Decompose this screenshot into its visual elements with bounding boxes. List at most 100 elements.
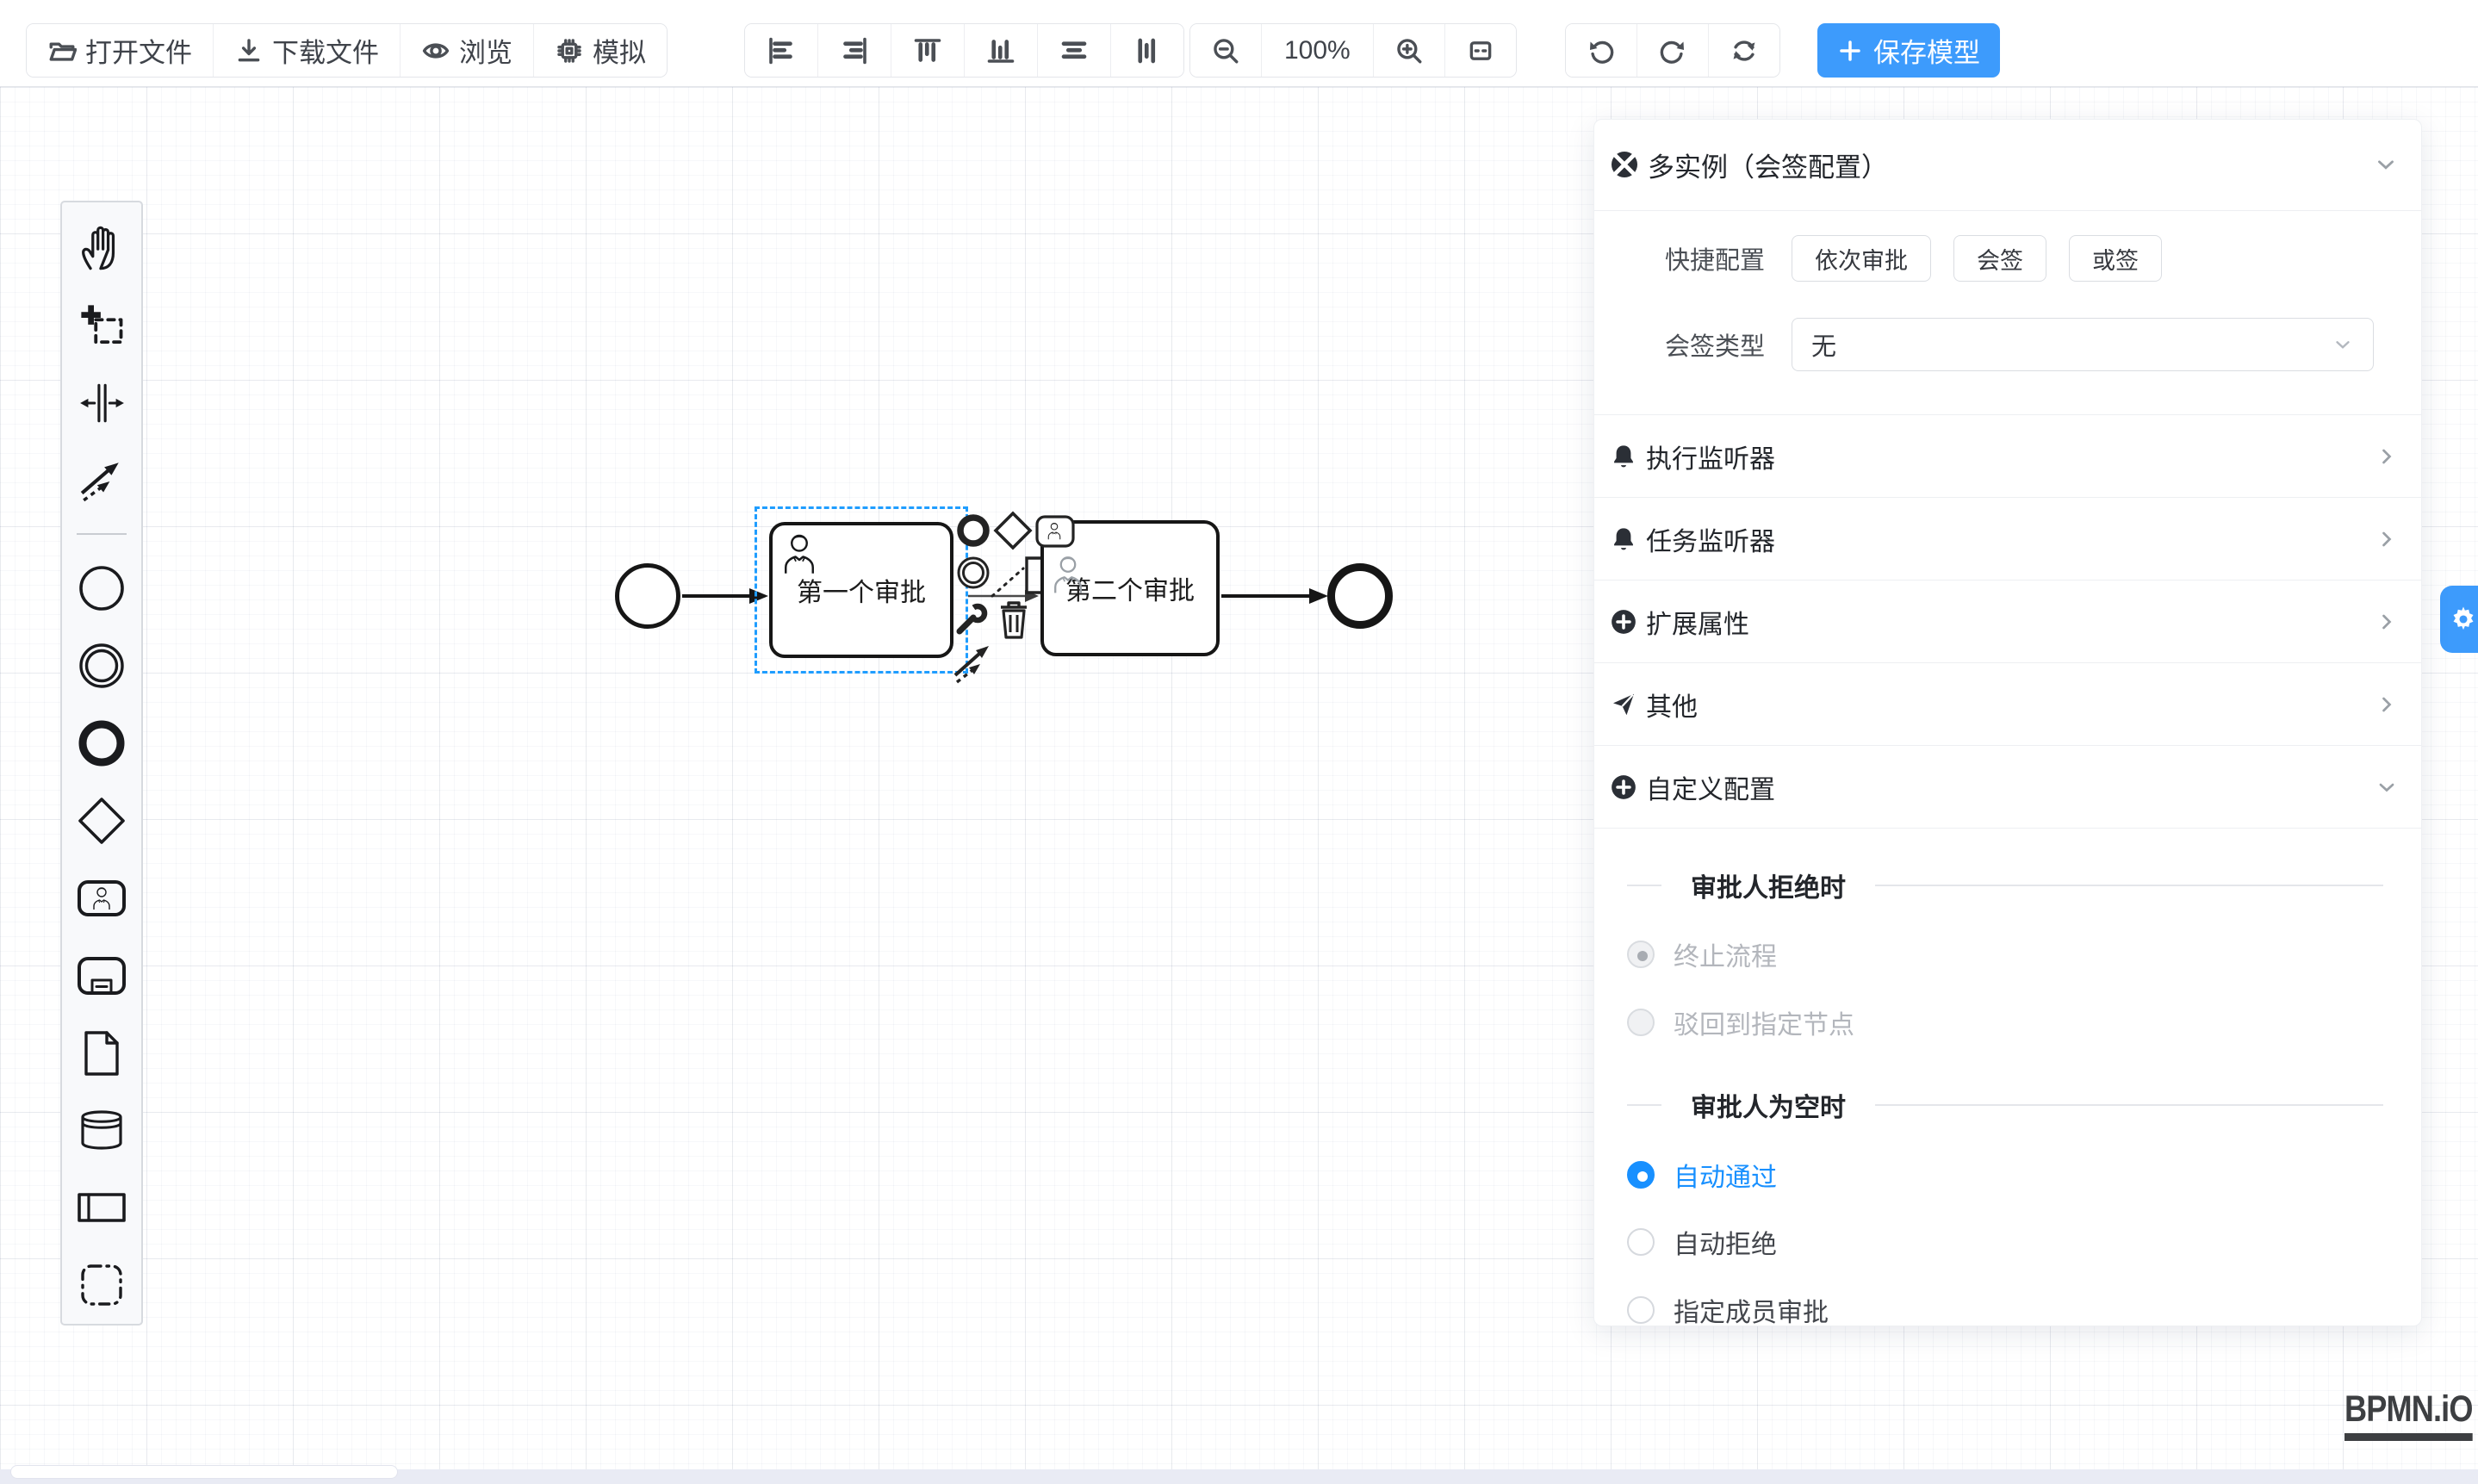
group-title-text: 审批人为空时 <box>1691 1086 1846 1124</box>
create-gateway[interactable] <box>63 782 140 860</box>
align-center-horizontal-button[interactable] <box>1038 24 1111 77</box>
radio-label: 驳回到指定节点 <box>1674 1003 1854 1041</box>
task-label: 第一个审批 <box>797 571 926 609</box>
create-data-object[interactable] <box>63 1015 140 1092</box>
plus-circle-icon <box>1610 608 1637 636</box>
reset-refresh-icon <box>1730 36 1759 65</box>
panel-divider <box>1594 210 2421 211</box>
folder-open-icon <box>47 36 77 65</box>
end-event-icon <box>78 719 126 767</box>
create-user-task[interactable] <box>63 860 140 937</box>
save-model-label: 保存模型 <box>1873 31 1980 70</box>
zoom-button-group: 100% <box>1189 23 1517 78</box>
section-label: 任务监听器 <box>1646 520 2375 558</box>
create-intermediate-event[interactable] <box>63 627 140 705</box>
undo-button[interactable] <box>1566 24 1637 77</box>
sign-type-value: 无 <box>1811 326 2332 363</box>
logo-text: BPMN.iO <box>2344 1388 2473 1441</box>
section-extended-properties[interactable]: 扩展属性 <box>1594 581 2421 663</box>
fit-viewport-button[interactable] <box>1445 24 1516 77</box>
append-text-annotation-button[interactable] <box>987 551 1047 604</box>
reset-button[interactable] <box>1709 24 1779 77</box>
start-event-node[interactable] <box>615 563 680 629</box>
redo-button[interactable] <box>1637 24 1709 77</box>
delete-trash-button[interactable] <box>997 599 1030 643</box>
horizontal-scrollbar-thumb[interactable] <box>10 1465 398 1479</box>
plus-circle-icon <box>1610 773 1637 801</box>
section-task-listener[interactable]: 任务监听器 <box>1594 498 2421 581</box>
zoom-in-button[interactable] <box>1374 24 1445 77</box>
zoom-level-display: 100% <box>1262 24 1374 77</box>
download-file-label: 下载文件 <box>272 31 379 70</box>
top-toolbar: 打开文件 下载文件 浏览 模拟 <box>0 0 2478 86</box>
end-event-node[interactable] <box>1327 563 1393 629</box>
quick-option-countersign[interactable]: 会签 <box>1953 235 2046 282</box>
chevron-right-icon <box>2375 444 2399 469</box>
quick-option-sequential[interactable]: 依次审批 <box>1792 235 1931 282</box>
task-node-first-approval[interactable]: 第一个审批 <box>769 522 953 658</box>
connect-tool-button[interactable] <box>951 639 996 686</box>
align-button-group <box>744 23 1184 78</box>
divider-line <box>1875 885 2383 886</box>
sign-type-label: 会签类型 <box>1665 326 1773 363</box>
space-tool-icon <box>78 382 126 425</box>
hand-icon <box>79 224 124 272</box>
send-icon <box>1610 691 1637 718</box>
append-end-event-button[interactable] <box>956 513 991 550</box>
radio-return-to-node[interactable]: 驳回到指定节点 <box>1594 1005 2421 1040</box>
panel-sections: 执行监听器 任务监听器 扩展属性 其他 自定义配置 <box>1594 414 2421 829</box>
quick-option-orsign[interactable]: 或签 <box>2069 235 2162 282</box>
append-user-task-button[interactable] <box>1035 515 1075 550</box>
panel-header[interactable]: 多实例（会签配置） <box>1594 120 2421 187</box>
lasso-tool[interactable] <box>63 287 140 364</box>
fit-viewport-icon <box>1466 36 1495 65</box>
align-center-vertical-button[interactable] <box>1111 24 1183 77</box>
data-object-icon <box>83 1030 121 1077</box>
connect-arrows-icon <box>951 639 996 684</box>
bpmn-io-logo[interactable]: BPMN.iO <box>2344 1388 2473 1441</box>
section-other[interactable]: 其他 <box>1594 663 2421 746</box>
radio-auto-reject[interactable]: 自动拒绝 <box>1594 1225 2421 1259</box>
append-gateway-button[interactable] <box>992 510 1034 554</box>
radio-auto-pass[interactable]: 自动通过 <box>1594 1158 2421 1192</box>
text-annotation-icon <box>987 551 1047 601</box>
create-data-store[interactable] <box>63 1091 140 1169</box>
zoom-out-button[interactable] <box>1190 24 1262 77</box>
intermediate-event-icon <box>78 642 126 690</box>
radio-label: 自动通过 <box>1674 1156 1777 1194</box>
global-connect-tool[interactable] <box>63 442 140 519</box>
radio-circle <box>1627 941 1655 968</box>
group-title-reject: 审批人拒绝时 <box>1594 868 2421 903</box>
settings-tab[interactable] <box>2440 586 2478 653</box>
section-custom-config[interactable]: 自定义配置 <box>1594 746 2421 829</box>
align-bottom-button[interactable] <box>965 24 1038 77</box>
create-end-event[interactable] <box>63 705 140 782</box>
space-tool[interactable] <box>63 364 140 442</box>
radio-terminate-process[interactable]: 终止流程 <box>1594 937 2421 972</box>
append-intermediate-event-button[interactable] <box>956 556 991 593</box>
create-subprocess[interactable] <box>63 937 140 1015</box>
create-group[interactable] <box>63 1246 140 1324</box>
gateway-icon <box>77 796 127 846</box>
change-type-wrench-button[interactable] <box>953 601 991 642</box>
section-label: 其他 <box>1646 686 2375 723</box>
download-icon <box>234 36 264 65</box>
sign-type-select[interactable]: 无 <box>1792 318 2374 371</box>
simulate-button[interactable]: 模拟 <box>534 24 667 77</box>
create-participant[interactable] <box>63 1169 140 1246</box>
align-top-button[interactable] <box>891 24 965 77</box>
radio-circle <box>1627 1009 1655 1036</box>
subprocess-icon <box>77 956 127 996</box>
align-right-icon <box>839 35 870 66</box>
section-execution-listener[interactable]: 执行监听器 <box>1594 415 2421 498</box>
preview-button[interactable]: 浏览 <box>401 24 534 77</box>
align-left-button[interactable] <box>745 24 818 77</box>
save-model-button[interactable]: 保存模型 <box>1817 23 2000 78</box>
align-right-button[interactable] <box>818 24 891 77</box>
hand-tool[interactable] <box>63 209 140 287</box>
radio-assign-member[interactable]: 指定成员审批 <box>1594 1293 2421 1326</box>
create-start-event[interactable] <box>63 550 140 627</box>
download-file-button[interactable]: 下载文件 <box>214 24 401 77</box>
open-file-button[interactable]: 打开文件 <box>27 24 214 77</box>
quick-config-row: 快捷配置 依次审批 会签 或签 <box>1594 232 2421 285</box>
